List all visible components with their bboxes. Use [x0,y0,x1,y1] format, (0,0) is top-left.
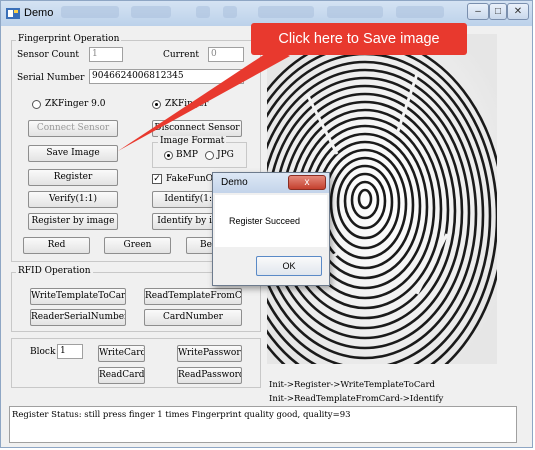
dialog-ok-button[interactable]: OK [256,256,322,276]
dialog-title-bar: Demo x [213,173,329,193]
dialog-message: Register Succeed [229,216,301,226]
dialog-title: Demo [221,177,248,188]
callout-text: Click here to Save image [278,31,440,47]
dialog-close-button[interactable]: x [288,175,326,190]
callout-banner: Click here to Save image [251,23,467,55]
